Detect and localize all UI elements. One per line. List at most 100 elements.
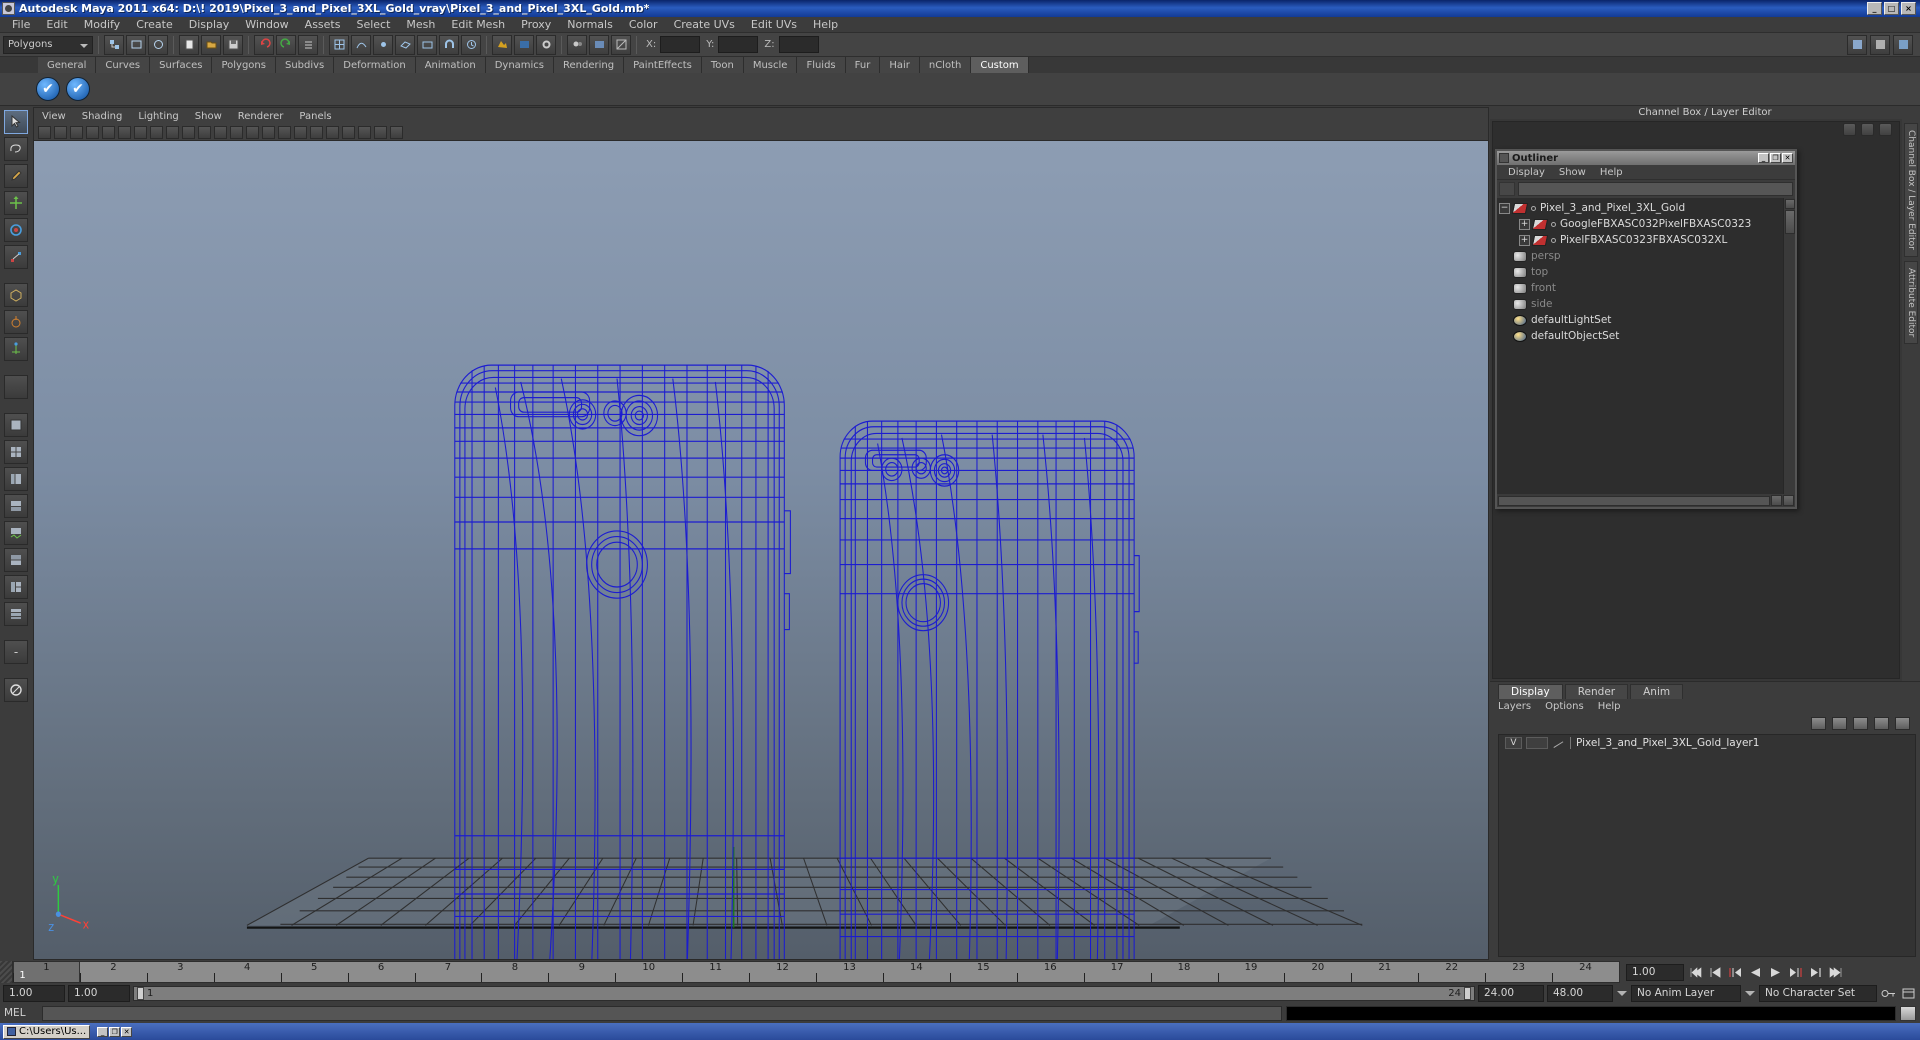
vertical-tab-channel-box[interactable]: Channel Box / Layer Editor xyxy=(1904,123,1918,257)
anim-start-field[interactable]: 1.00 xyxy=(3,984,65,1002)
film-gate-icon[interactable] xyxy=(150,125,163,139)
isolate-select-icon[interactable] xyxy=(390,125,403,139)
menu-item-normals[interactable]: Normals xyxy=(559,17,621,32)
shadows-icon[interactable] xyxy=(342,125,355,139)
selection-mode-dropdown[interactable]: Polygons xyxy=(3,35,93,54)
menu-item-edit-mesh[interactable]: Edit Mesh xyxy=(443,17,513,32)
outliner-window[interactable]: Outliner _ ❐ ✕ Display Show Help − Pixel_3_… xyxy=(1495,149,1797,509)
outliner-maximize-button[interactable]: ❐ xyxy=(1770,153,1781,163)
shelf-tab-fluids[interactable]: Fluids xyxy=(797,57,846,73)
magnet-icon[interactable] xyxy=(439,34,459,55)
minus-toolbox-button[interactable]: - xyxy=(4,640,28,664)
viewport-canvas[interactable]: y x z xyxy=(34,141,1488,959)
command-line-input[interactable] xyxy=(42,1005,1282,1021)
outliner-filter-icon[interactable] xyxy=(1499,182,1515,196)
viewport-menu-renderer[interactable]: Renderer xyxy=(230,111,292,122)
shelf-tab-deformation[interactable]: Deformation xyxy=(334,57,416,73)
layer-editor-menu-layers[interactable]: Layers xyxy=(1498,701,1545,712)
undo-icon[interactable] xyxy=(254,34,274,55)
move-layer-up-icon[interactable] xyxy=(1811,716,1826,730)
viewport-icon-toolbar[interactable] xyxy=(34,124,1488,141)
minimize-button[interactable]: _ xyxy=(1867,2,1882,15)
x-coord-field[interactable] xyxy=(660,36,701,53)
wireframe-shading-icon[interactable] xyxy=(246,125,259,139)
channel-box-toggle-icon[interactable] xyxy=(1843,123,1856,136)
smooth-shade-selected-icon[interactable] xyxy=(278,125,291,139)
snap-to-view-icon[interactable] xyxy=(417,34,437,55)
shelf-tab-polygons[interactable]: Polygons xyxy=(212,57,276,73)
anim-layer-chevron-down-icon[interactable] xyxy=(1616,985,1628,1001)
resolution-gate-icon[interactable] xyxy=(166,125,179,139)
layer-editor-tab-display[interactable]: Display xyxy=(1498,684,1563,699)
viewport-menu-bar[interactable]: View Shading Lighting Show Renderer Panels xyxy=(34,108,1488,124)
dock-vertical-tabs[interactable]: Channel Box / Layer Editor Attribute Edi… xyxy=(1902,119,1920,681)
outliner-window-controls[interactable]: _ ❐ ✕ xyxy=(1758,153,1793,163)
shelf-tab-subdivs[interactable]: Subdivs xyxy=(275,57,335,73)
time-slider-track[interactable]: 1 1 2 3 4 5 6 7 8 9 10 11 12 13 14 15 16 17 18 19 20 21 22 23 24 xyxy=(12,961,1620,983)
outliner-row[interactable]: side xyxy=(1497,296,1795,312)
tool-settings-toggle-icon[interactable] xyxy=(1879,123,1892,136)
shelf-tab-surfaces[interactable]: Surfaces xyxy=(150,57,213,73)
outliner-vertical-scrollbar[interactable] xyxy=(1783,198,1795,494)
snap-to-curve-icon[interactable] xyxy=(351,34,371,55)
shelf-tab-curves[interactable]: Curves xyxy=(96,57,151,73)
playback-controls[interactable]: 1.00 xyxy=(1620,961,1920,983)
lock-camera-icon[interactable] xyxy=(54,125,67,139)
close-button[interactable]: × xyxy=(1901,2,1916,15)
outliner-row[interactable]: top xyxy=(1497,264,1795,280)
taskbar-item-console[interactable]: C:\Users\Us... xyxy=(3,1024,91,1039)
viewport-menu-view[interactable]: View xyxy=(34,111,74,122)
rotate-tool[interactable] xyxy=(4,218,28,242)
select-camera-icon[interactable] xyxy=(38,125,51,139)
grid-toggle-icon[interactable] xyxy=(134,125,147,139)
redo-icon[interactable] xyxy=(276,34,296,55)
shelf-tab-toon[interactable]: Toon xyxy=(701,57,744,73)
menu-item-color[interactable]: Color xyxy=(621,17,666,32)
layer-editor-icon-row[interactable] xyxy=(1490,714,1920,732)
play-backwards-button[interactable] xyxy=(1747,964,1764,980)
shelf-tab-strip[interactable]: General Curves Surfaces Polygons Subdivs Defo… xyxy=(0,57,1920,73)
hardware-lighting-icon[interactable] xyxy=(310,125,323,139)
snap-to-plane-icon[interactable] xyxy=(395,34,415,55)
menu-item-window[interactable]: Window xyxy=(237,17,296,32)
z-coord-field[interactable] xyxy=(778,36,819,53)
scroll-thumb[interactable] xyxy=(1785,210,1795,234)
new-scene-icon[interactable] xyxy=(179,34,199,55)
open-uv-editor-icon[interactable] xyxy=(611,34,631,55)
menu-item-proxy[interactable]: Proxy xyxy=(513,17,559,32)
animation-preferences-icon[interactable] xyxy=(1900,985,1917,1001)
outliner-close-button[interactable]: ✕ xyxy=(1782,153,1793,163)
open-hypershade-icon[interactable] xyxy=(567,34,587,55)
shelf-tab-muscle[interactable]: Muscle xyxy=(743,57,798,73)
maximize-button[interactable]: □ xyxy=(1884,2,1899,15)
select-by-object-icon[interactable] xyxy=(126,34,146,55)
render-settings-icon[interactable] xyxy=(536,34,556,55)
layer-color-swatch-icon[interactable] xyxy=(1552,737,1566,749)
ipr-render-icon[interactable] xyxy=(514,34,534,55)
script-editor-button[interactable] xyxy=(1900,1005,1916,1021)
menu-item-file[interactable]: File xyxy=(4,17,38,32)
taskbar-maximize-button[interactable]: ❐ xyxy=(109,1026,121,1037)
shelf-tab-painteffects[interactable]: PaintEffects xyxy=(624,57,702,73)
show-manipulator-tool[interactable] xyxy=(4,337,28,361)
layer-playback-toggle[interactable] xyxy=(1526,736,1548,749)
persp-graph-hypergraph-layout-icon[interactable] xyxy=(4,494,28,518)
outliner-row[interactable]: defaultObjectSet xyxy=(1497,328,1795,344)
step-forward-key-button[interactable] xyxy=(1807,964,1824,980)
shelf-tab-animation[interactable]: Animation xyxy=(415,57,486,73)
layer-list[interactable]: V Pixel_3_and_Pixel_3XL_Gold_layer1 xyxy=(1498,734,1916,957)
shelf-button-check-1[interactable]: ✔ xyxy=(36,77,60,101)
snap-to-grid-icon[interactable] xyxy=(329,34,349,55)
range-end-handle[interactable] xyxy=(1463,986,1471,1000)
menu-item-select[interactable]: Select xyxy=(348,17,398,32)
hypershade-persp-layout-icon[interactable] xyxy=(4,548,28,572)
range-end-field[interactable]: 24.00 xyxy=(1478,984,1544,1002)
move-layer-down-icon[interactable] xyxy=(1832,716,1847,730)
layer-visibility-toggle[interactable]: V xyxy=(1505,736,1522,749)
open-render-view-icon[interactable] xyxy=(589,34,609,55)
outliner-row[interactable]: defaultLightSet xyxy=(1497,312,1795,328)
command-response-field[interactable] xyxy=(1286,1005,1896,1021)
hardware-texturing-icon[interactable] xyxy=(294,125,307,139)
outliner-row[interactable]: − Pixel_3_and_Pixel_3XL_Gold xyxy=(1497,200,1795,216)
layer-row[interactable]: V Pixel_3_and_Pixel_3XL_Gold_layer1 xyxy=(1499,735,1915,750)
